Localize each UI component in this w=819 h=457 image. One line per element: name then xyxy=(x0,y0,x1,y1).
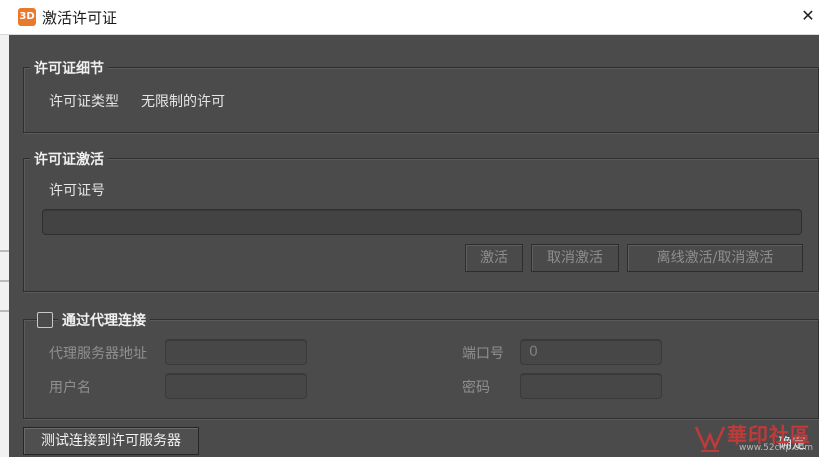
proxy-checkbox[interactable] xyxy=(37,312,53,328)
edge-decoration xyxy=(0,310,9,312)
background-window-edge xyxy=(0,35,9,457)
license-dialog: 许可证细节 许可证类型 无限制的许可 许可证激活 许可证号 激活 取消激活 离线… xyxy=(9,35,819,457)
license-activation-legend: 许可证激活 xyxy=(30,149,108,169)
license-type-label: 许可证类型 xyxy=(49,94,119,110)
username-label: 用户名 xyxy=(49,380,91,396)
port-input[interactable]: 0 xyxy=(520,339,662,365)
password-label: 密码 xyxy=(462,380,490,396)
license-number-input[interactable] xyxy=(42,209,802,235)
window-title: 激活许可证 xyxy=(42,9,118,27)
deactivate-button[interactable]: 取消激活 xyxy=(531,244,619,272)
license-number-label: 许可证号 xyxy=(49,183,105,199)
proxy-server-input[interactable] xyxy=(165,339,307,365)
watermark-url: www.52cnp.com xyxy=(739,443,814,453)
watermark-logo-icon xyxy=(694,426,726,452)
watermark: 華印社區 www.52cnp.com xyxy=(691,419,819,457)
proxy-group: 通过代理连接 代理服务器地址 端口号 0 用户名 密码 xyxy=(23,310,819,419)
username-input[interactable] xyxy=(165,373,307,399)
edge-decoration xyxy=(0,250,9,252)
test-connection-button[interactable]: 测试连接到许可服务器 xyxy=(23,427,199,455)
port-value: 0 xyxy=(529,344,538,360)
proxy-server-label: 代理服务器地址 xyxy=(49,346,147,362)
license-details-legend: 许可证细节 xyxy=(30,58,108,78)
title-bar: 3D 激活许可证 ✕ xyxy=(0,0,819,35)
offline-activation-button[interactable]: 离线激活/取消激活 xyxy=(627,244,803,272)
activate-button[interactable]: 激活 xyxy=(465,244,523,272)
edge-decoration xyxy=(0,280,9,282)
port-label: 端口号 xyxy=(462,346,504,362)
close-icon[interactable]: ✕ xyxy=(797,4,819,28)
password-input[interactable] xyxy=(520,373,662,399)
app-3d-icon: 3D xyxy=(18,8,36,26)
proxy-checkbox-label[interactable]: 通过代理连接 xyxy=(58,310,150,330)
license-activation-group: 许可证激活 许可证号 激活 取消激活 离线激活/取消激活 xyxy=(23,149,819,292)
license-type-value: 无限制的许可 xyxy=(141,94,225,110)
license-details-group: 许可证细节 许可证类型 无限制的许可 xyxy=(23,58,819,133)
